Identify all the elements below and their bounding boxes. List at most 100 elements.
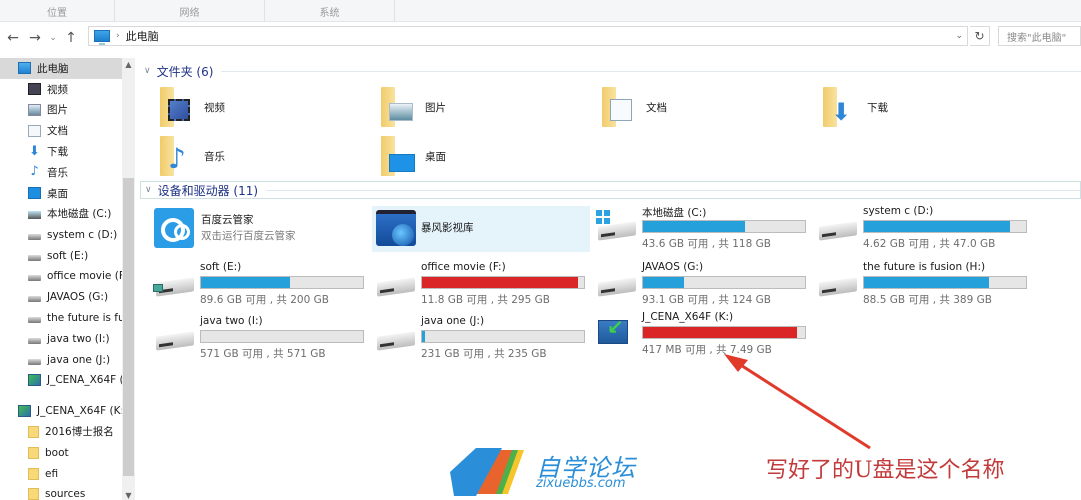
scrollbar-thumb[interactable]	[123, 178, 134, 476]
sidebar-item[interactable]: efi	[0, 463, 122, 484]
address-bar[interactable]: › 此电脑 ⌄	[88, 26, 968, 46]
sidebar-item-label: 视频	[47, 83, 68, 96]
search-input[interactable]: 搜索"此电脑"	[998, 26, 1081, 46]
scroll-up-icon[interactable]: ▲	[122, 60, 135, 69]
drive-icon	[28, 337, 41, 344]
sidebar-item-label: J_CENA_X64F (K:)	[47, 374, 122, 387]
dl-overlay-icon: ⬇	[831, 98, 852, 126]
sidebar-item-label: 下载	[47, 146, 68, 159]
folder-tile[interactable]: ⬇ 下载	[823, 84, 888, 130]
app-storm-media-library[interactable]: 暴风影视库	[372, 206, 590, 252]
sidebar-item[interactable]: sources	[0, 484, 122, 500]
watermark-url: zixuebbs.com	[536, 476, 626, 491]
baidu-cloud-icon	[154, 208, 194, 248]
drive-icon	[156, 324, 196, 352]
address-history-dropdown[interactable]: ⌄	[955, 31, 963, 41]
forward-button[interactable]: →	[24, 27, 46, 49]
drive-usage-bar	[642, 326, 806, 339]
content-pane: ∨ 文件夹 (6) 视频 图片 文档 ⬇ 下载 ♪ 音乐 桌面 ∨ 设备和驱动器 (11) 百…	[136, 58, 1081, 500]
sidebar-item[interactable]: system c (D:)	[0, 224, 122, 245]
sidebar-item[interactable]: 视频	[0, 79, 122, 100]
navigation-scrollbar[interactable]: ▲ ▼	[122, 58, 135, 500]
sidebar-item[interactable]: boot	[0, 442, 122, 463]
drive-tile[interactable]: java two (I:) 571 GB 可用 , 共 571 GB	[154, 314, 364, 364]
drive-tile[interactable]: soft (E:) 89.6 GB 可用 , 共 200 GB	[153, 260, 364, 310]
sidebar-item[interactable]: java one (J:)	[0, 349, 122, 370]
sidebar-item[interactable]: 此电脑	[0, 58, 122, 79]
sidebar-item[interactable]: 本地磁盘 (C:)	[0, 204, 122, 225]
app-baidu-cloud[interactable]: 百度云管家 双击运行百度云管家	[154, 206, 364, 256]
search-placeholder: 搜索"此电脑"	[1007, 32, 1067, 44]
up-button[interactable]: ↑	[60, 27, 82, 49]
scroll-down-icon[interactable]: ▼	[122, 491, 135, 500]
sidebar-item[interactable]: the future is fusion (H:)	[0, 308, 122, 329]
folder-tile[interactable]: 图片	[381, 84, 446, 130]
sidebar-item[interactable]: ♪ 音乐	[0, 162, 122, 183]
annotation-text: 写好了的U盘是这个名称	[766, 458, 1005, 483]
chevron-down-icon[interactable]: ∨	[144, 66, 151, 76]
sidebar-item-label: J_CENA_X64F (K:)	[37, 405, 122, 418]
sidebar-item[interactable]: J_CENA_X64F (K:)	[0, 370, 122, 391]
devices-group-title: 设备和驱动器 (11)	[157, 183, 259, 198]
drive-tile[interactable]: the future is fusion (H:) 88.5 GB 可用 , 共 …	[817, 260, 1027, 310]
doc-overlay-icon	[610, 99, 632, 121]
drive-tile[interactable]: 本地磁盘 (C:) 43.6 GB 可用 , 共 118 GB	[596, 204, 806, 254]
drive-capacity: 417 MB 可用 , 共 7.49 GB	[642, 344, 772, 356]
folder-icon	[28, 467, 39, 480]
drive-tile[interactable]: JAVAOS (G:) 93.1 GB 可用 , 共 124 GB	[596, 260, 806, 310]
sidebar-item[interactable]: 2016博士报名	[0, 422, 122, 443]
sidebar-item[interactable]: J_CENA_X64F (K:)	[0, 401, 122, 422]
sidebar-item[interactable]: JAVAOS (G:)	[0, 287, 122, 308]
sidebar-item-label: sources	[45, 488, 86, 500]
sidebar-item[interactable]: 图片	[0, 100, 122, 121]
sidebar-item[interactable]: 文档	[0, 120, 122, 141]
sidebar-item-label: 音乐	[47, 166, 68, 179]
sidebar-item-label: system c (D:)	[47, 228, 118, 241]
sidebar-item[interactable]: 桌面	[0, 183, 122, 204]
drive-icon	[28, 275, 41, 282]
chevron-down-icon[interactable]: ∨	[145, 185, 152, 195]
breadcrumb-this-pc[interactable]: 此电脑	[126, 28, 159, 44]
folder-tile[interactable]: ♪ 音乐	[160, 133, 225, 179]
drive-capacity: 11.8 GB 可用 , 共 295 GB	[421, 294, 550, 306]
folder-tile[interactable]: 桌面	[381, 133, 446, 179]
drive-name: java one (J:)	[421, 315, 485, 327]
drive-tile[interactable]: office movie (F:) 11.8 GB 可用 , 共 295 GB	[375, 260, 585, 310]
recent-locations-button[interactable]: ⌄	[46, 27, 60, 49]
drive-icon	[28, 233, 41, 240]
folder-label: 文档	[646, 101, 667, 114]
drive-name: JAVAOS (G:)	[642, 261, 704, 273]
pc-icon	[18, 62, 31, 75]
drive-capacity: 43.6 GB 可用 , 共 118 GB	[642, 238, 771, 250]
drive-capacity: 571 GB 可用 , 共 571 GB	[200, 348, 326, 360]
drive-tile[interactable]: java one (J:) 231 GB 可用 , 共 235 GB	[375, 314, 585, 364]
drive-usage-fill	[422, 277, 578, 288]
folder-icon	[602, 87, 632, 127]
drive-usage-bar	[863, 220, 1027, 233]
navigation-pane: 此电脑视频图片 文档 ⬇ 下载 ♪ 音乐 桌面 本地磁盘 (C:) system c (D:) s…	[0, 58, 122, 500]
drive-icon	[28, 358, 41, 365]
devices-group-header[interactable]: ∨ 设备和驱动器 (11)	[140, 181, 1081, 199]
document-icon	[28, 124, 41, 137]
app-subtitle: 双击运行百度云管家	[201, 230, 296, 242]
app-name: 暴风影视库	[421, 222, 474, 234]
folder-icon	[28, 446, 39, 459]
folder-tile[interactable]: 视频	[160, 84, 225, 130]
drive-usage-bar	[421, 276, 585, 289]
drive-tile[interactable]: system c (D:) 4.62 GB 可用 , 共 47.0 GB	[817, 204, 1027, 254]
back-button[interactable]: ←	[2, 27, 24, 49]
sidebar-item[interactable]: ⬇ 下载	[0, 141, 122, 162]
folder-icon	[160, 87, 190, 127]
divider	[221, 70, 1081, 72]
ribbon-group-location: 位置	[0, 0, 115, 22]
sidebar-item[interactable]: office movie (F:)	[0, 266, 122, 287]
folder-label: 下载	[867, 101, 888, 114]
sidebar-item[interactable]: java two (I:)	[0, 328, 122, 349]
drive-icon	[28, 316, 41, 323]
sidebar-item[interactable]: soft (E:)	[0, 245, 122, 266]
ribbon-group-labels: 位置 网络 系统	[0, 0, 1081, 22]
folders-group-header[interactable]: ∨ 文件夹 (6)	[144, 62, 1081, 80]
folder-tile[interactable]: 文档	[602, 84, 667, 130]
drive-tile[interactable]: J_CENA_X64F (K:) 417 MB 可用 , 共 7.49 GB	[596, 310, 806, 360]
refresh-button[interactable]: ↻	[970, 26, 990, 46]
